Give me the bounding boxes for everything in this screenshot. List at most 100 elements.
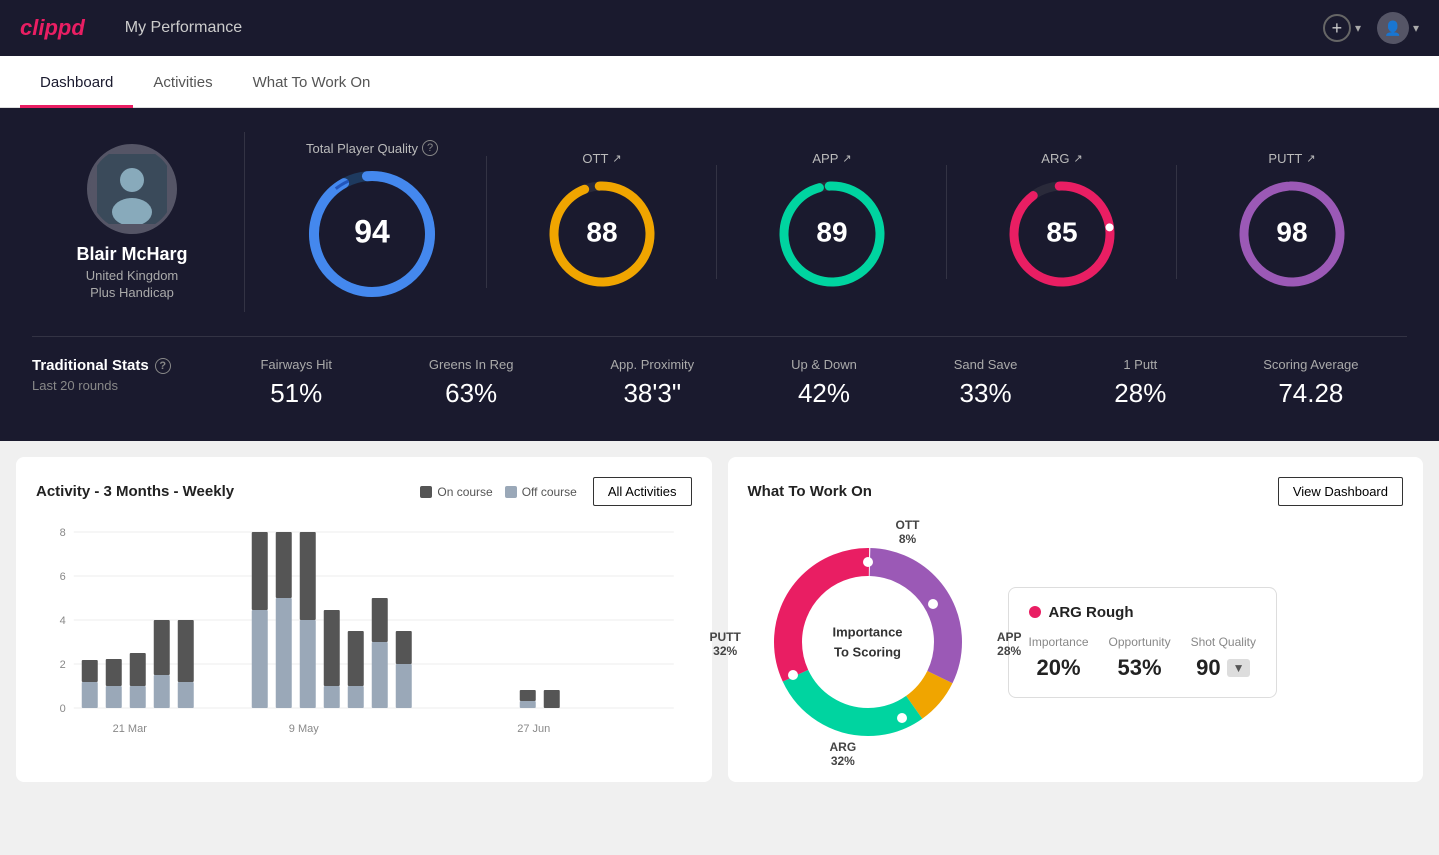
segment-label-app: APP 28% [997, 630, 1022, 658]
what-to-work-on-panel: What To Work On View Dashboard [728, 457, 1424, 782]
gauge-arg: ARG ↗ 85 [947, 151, 1177, 294]
app-header: clippd My Performance + ▾ 👤 ▾ [0, 0, 1439, 56]
legend-on-course-dot [420, 486, 432, 498]
legend-on-course-label: On course [437, 485, 492, 499]
player-handicap: Plus Handicap [90, 285, 174, 300]
gauge-ott: OTT ↗ 88 [487, 151, 717, 294]
legend-on-course: On course [420, 485, 492, 499]
arg-metric-shotquality: Shot Quality 90 ▼ [1191, 635, 1256, 681]
arg-card-title: ARG Rough [1029, 604, 1256, 621]
bottom-panels: Activity - 3 Months - Weekly On course O… [0, 441, 1439, 798]
arg-trend-icon: ↗ [1073, 152, 1082, 165]
tpq-gauge-svg: 94 [302, 164, 442, 304]
stat-sandsave-label: Sand Save [954, 357, 1018, 372]
arg-opportunity-value: 53% [1118, 655, 1162, 681]
arg-gauge-svg: 85 [1002, 174, 1122, 294]
legend-off-course-label: Off course [522, 485, 577, 499]
ott-value: 88 [586, 216, 617, 247]
chart-svg: 8 6 4 2 0 [36, 522, 692, 742]
stat-1putt-value: 28% [1114, 378, 1166, 409]
segment-label-putt: PUTT 32% [710, 630, 741, 658]
tpq-label: Total Player Quality ? [306, 140, 438, 156]
stat-greens-label: Greens In Reg [429, 357, 514, 372]
wtwon-title: What To Work On [748, 483, 872, 500]
arg-opportunity-label: Opportunity [1109, 635, 1171, 649]
arg-metrics: Importance 20% Opportunity 53% Shot Qual… [1029, 635, 1256, 681]
header-title: My Performance [125, 19, 242, 37]
wtwon-content: Importance To Scoring OTT 8% APP 28% [748, 522, 1404, 762]
tab-what-to-work-on[interactable]: What To Work On [233, 56, 391, 108]
stat-updown-value: 42% [798, 378, 850, 409]
tab-dashboard[interactable]: Dashboard [20, 56, 133, 108]
add-button[interactable]: + ▾ [1323, 14, 1361, 42]
stats-title: Traditional Stats ? [32, 357, 212, 374]
chart-title: Activity - 3 Months - Weekly [36, 483, 234, 500]
player-name: Blair McHarg [76, 244, 187, 265]
stat-scoring-value: 74.28 [1278, 378, 1343, 409]
header-actions: + ▾ 👤 ▾ [1323, 12, 1419, 44]
stats-row: Traditional Stats ? Last 20 rounds Fairw… [32, 336, 1407, 409]
ott-label: OTT ↗ [582, 151, 621, 166]
arg-metric-importance: Importance 20% [1029, 635, 1089, 681]
arg-importance-value: 20% [1036, 655, 1080, 681]
arg-shotquality-label: Shot Quality [1191, 635, 1256, 649]
user-dropdown-arrow: ▾ [1413, 21, 1419, 35]
activity-chart-panel: Activity - 3 Months - Weekly On course O… [16, 457, 712, 782]
putt-label: PUTT ↗ [1268, 151, 1315, 166]
player-info: Blair McHarg United Kingdom Plus Handica… [32, 144, 232, 300]
chart-header: Activity - 3 Months - Weekly On course O… [36, 477, 692, 506]
stat-scoring-label: Scoring Average [1263, 357, 1358, 372]
segment-label-ott: OTT 8% [896, 518, 920, 546]
avatar: 👤 [1377, 12, 1409, 44]
plus-icon: + [1323, 14, 1351, 42]
stats-label: Traditional Stats ? Last 20 rounds [32, 357, 212, 393]
svg-text:2: 2 [60, 659, 66, 671]
app-logo: clippd [20, 15, 85, 41]
wtwon-right: ARG Rough Importance 20% Opportunity 53%… [1008, 587, 1404, 698]
gauge-app: APP ↗ 89 [717, 151, 947, 294]
svg-text:21 Mar: 21 Mar [113, 723, 148, 735]
stat-updown-label: Up & Down [791, 357, 857, 372]
all-activities-button[interactable]: All Activities [593, 477, 692, 506]
player-avatar [87, 144, 177, 234]
arg-metric-opportunity: Opportunity 53% [1109, 635, 1171, 681]
stat-proximity-value: 38'3" [623, 378, 681, 409]
stats-info-icon[interactable]: ? [155, 358, 171, 374]
app-value: 89 [816, 216, 847, 247]
stats-subtitle: Last 20 rounds [32, 378, 212, 393]
arg-card-dot [1029, 606, 1041, 618]
user-menu-button[interactable]: 👤 ▾ [1377, 12, 1419, 44]
gauge-tpq: Total Player Quality ? 94 [257, 140, 487, 304]
gauge-putt: PUTT ↗ 98 [1177, 151, 1407, 294]
player-gauges-row: Blair McHarg United Kingdom Plus Handica… [32, 132, 1407, 312]
svg-text:6: 6 [60, 571, 66, 583]
arg-shotquality-value: 90 [1196, 655, 1220, 681]
arg-shotquality-badge: ▼ [1227, 659, 1251, 677]
player-country: United Kingdom [86, 268, 179, 283]
stat-updown: Up & Down 42% [791, 357, 857, 409]
stat-greens-value: 63% [445, 378, 497, 409]
svg-text:9 May: 9 May [289, 723, 319, 735]
hero-section: Blair McHarg United Kingdom Plus Handica… [0, 108, 1439, 441]
stat-sandsave: Sand Save 33% [954, 357, 1018, 409]
nav-tabs: Dashboard Activities What To Work On [0, 56, 1439, 108]
svg-text:4: 4 [60, 615, 66, 627]
stat-proximity: App. Proximity 38'3" [610, 357, 694, 409]
tab-activities[interactable]: Activities [133, 56, 232, 108]
stat-fairways-label: Fairways Hit [260, 357, 332, 372]
app-label: APP ↗ [812, 151, 851, 166]
stat-fairways-value: 51% [270, 378, 322, 409]
stat-proximity-label: App. Proximity [610, 357, 694, 372]
ott-trend-icon: ↗ [612, 152, 621, 165]
svg-text:0: 0 [60, 703, 66, 715]
stat-1putt: 1 Putt 28% [1114, 357, 1166, 409]
tpq-value: 94 [354, 213, 390, 249]
legend-off-course-dot [505, 486, 517, 498]
putt-gauge-svg: 98 [1232, 174, 1352, 294]
gauges-row: Total Player Quality ? 94 OTT ↗ [257, 140, 1407, 304]
divider-vertical [244, 132, 245, 312]
tpq-info-icon[interactable]: ? [422, 140, 438, 156]
view-dashboard-button[interactable]: View Dashboard [1278, 477, 1403, 506]
arg-value: 85 [1046, 216, 1077, 247]
donut-chart-svg [748, 522, 988, 762]
